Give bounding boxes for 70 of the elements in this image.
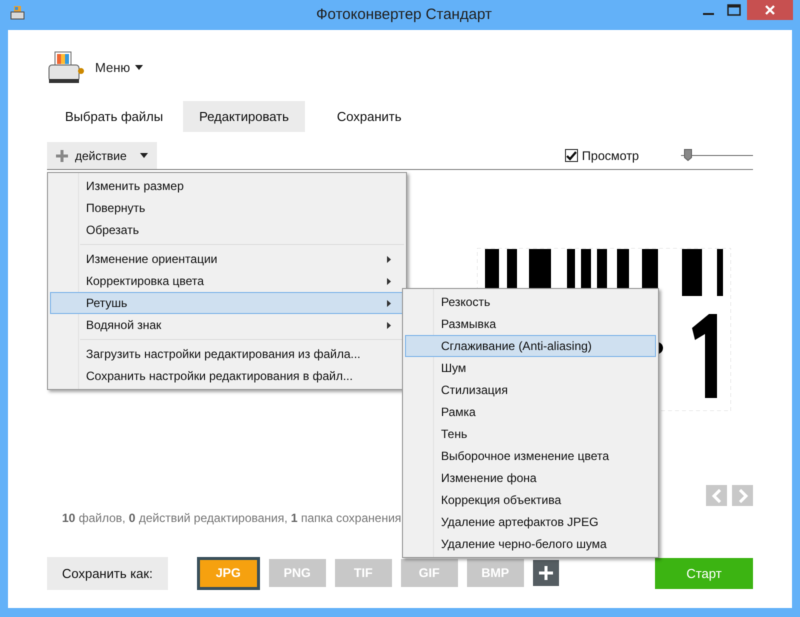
menu-item[interactable]: Выборочное изменение цвета — [405, 445, 656, 467]
menu-item-label: Сглаживание (Anti-aliasing) — [441, 339, 593, 353]
menu-item[interactable]: Водяной знак — [50, 314, 404, 336]
close-button[interactable] — [747, 0, 793, 20]
menu-item-label: Водяной знак — [86, 318, 162, 332]
checkmark-icon — [566, 150, 577, 160]
menu-item[interactable]: Изменить размер — [50, 175, 404, 197]
menu-item[interactable]: Изменение фона — [405, 467, 656, 489]
add-format-button[interactable] — [532, 560, 559, 586]
caret-icon — [135, 64, 144, 70]
menu-item-label: Корректировка цвета — [86, 274, 205, 288]
submenu-arrow-icon — [387, 300, 391, 306]
menu-item[interactable]: Рамка — [405, 401, 656, 423]
preview-checkbox[interactable]: Просмотр — [564, 148, 639, 162]
chevron-left-icon — [712, 488, 722, 502]
submenu-arrow-icon — [387, 278, 391, 284]
menu-item[interactable]: Удаление черно-белого шума — [405, 533, 656, 555]
menu-item-label: Загрузить настройки редактирования из файла... — [86, 347, 362, 361]
menu-item[interactable]: Загрузить настройки редактирования из файла... — [50, 343, 404, 365]
menu-item[interactable]: Стилизация — [405, 379, 656, 401]
menu-item[interactable]: Удаление артефактов JPEG — [405, 511, 656, 533]
tab[interactable]: Редактировать — [183, 101, 305, 132]
chevron-right-icon — [738, 488, 748, 502]
menu-item[interactable]: Сохранить настройки редактирования в файл... — [50, 365, 404, 387]
menu-item[interactable]: Размывка — [405, 313, 656, 335]
close-icon — [764, 4, 776, 16]
save-as-label: Сохранить как: — [47, 556, 168, 590]
printer-icon — [47, 51, 87, 85]
menu-button[interactable]: Меню — [95, 58, 144, 76]
menu-item-label: Изменить размер — [86, 179, 185, 193]
menu-item[interactable]: Ретушь — [50, 292, 404, 314]
menu-item-label: Удаление черно-белого шума — [441, 537, 608, 551]
minimize-icon — [702, 13, 714, 15]
caret-icon — [140, 153, 148, 158]
menu-item-label: Стилизация — [441, 383, 509, 397]
menu-item-label: Изменение фона — [441, 471, 538, 485]
menu-item-label: Тень — [441, 427, 468, 441]
tab[interactable]: Сохранить — [320, 101, 418, 132]
menu-item-label: Резкость — [441, 295, 492, 309]
menu-item-label: Изменение ориентации — [86, 252, 218, 266]
window-title: Фотоконвертер Стандарт — [316, 6, 492, 23]
menu-item[interactable]: Сглаживание (Anti-aliasing) — [405, 335, 656, 357]
menu-item[interactable]: Корректировка цвета — [50, 270, 404, 292]
menu-item-label: Обрезать — [86, 223, 140, 237]
menu-item-label: Ретушь — [86, 296, 128, 310]
status-text: 10 файлов, 0 действий редактирования, 1 папка сохранения — [62, 511, 402, 525]
menu-item-label: Рамка — [441, 405, 477, 419]
action-button[interactable]: действие — [47, 142, 157, 169]
menu-item[interactable]: Резкость — [405, 291, 656, 313]
menu-item[interactable]: Тень — [405, 423, 656, 445]
plus-icon — [538, 566, 553, 580]
menu-item[interactable]: Изменение ориентации — [50, 248, 404, 270]
maximize-icon — [727, 4, 741, 16]
submenu-arrow-icon — [387, 256, 391, 262]
menu-item-label: Шум — [441, 361, 468, 375]
menu-item-label: Коррекция объектива — [441, 493, 562, 507]
menu-item-label: Размывка — [441, 317, 498, 331]
menu-item[interactable]: Повернуть — [50, 197, 404, 219]
menu-item[interactable]: Обрезать — [50, 219, 404, 241]
slider-handle[interactable] — [684, 148, 692, 160]
menu-item[interactable]: Шум — [405, 357, 656, 379]
tab[interactable]: Выбрать файлы — [47, 101, 184, 132]
menu-item[interactable]: Коррекция объектива — [405, 489, 656, 511]
menu-item-label: Выборочное изменение цвета — [441, 449, 610, 463]
submenu-arrow-icon — [387, 322, 391, 328]
menu-item-label: Повернуть — [86, 201, 146, 215]
plus-icon — [56, 150, 68, 162]
menu-item-label: Сохранить настройки редактирования в файл... — [86, 369, 354, 383]
menu-item-label: Удаление артефактов JPEG — [441, 515, 600, 529]
printer-icon — [10, 6, 26, 20]
